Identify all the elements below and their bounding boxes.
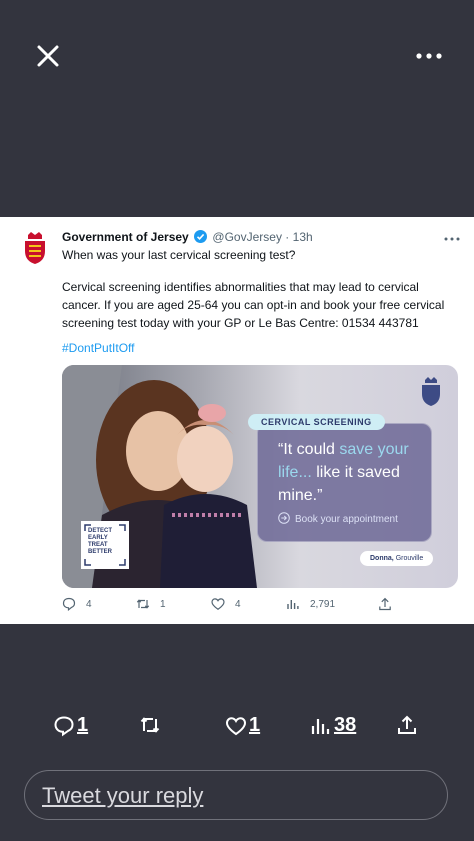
quote-text: “It could save your life... like it save… (278, 438, 428, 507)
retweet-button[interactable] (139, 714, 161, 736)
badge-line-2: EARLY (88, 535, 108, 541)
close-button[interactable] (30, 38, 66, 74)
detect-badge-text: DETECT EARLY TREAT BETTER (88, 528, 112, 556)
tweet-media-image[interactable]: “It could save your life... like it save… (62, 365, 458, 588)
author-name[interactable]: Government of Jersey (62, 230, 189, 244)
tweet-views-button[interactable]: 2,791 (286, 597, 335, 611)
share-button[interactable] (396, 714, 418, 736)
reply-icon (54, 715, 74, 736)
tweet-like-button[interactable]: 4 (211, 597, 241, 611)
view-count: 38 (334, 714, 357, 736)
more-horizontal-icon (416, 53, 442, 59)
close-icon (37, 45, 59, 67)
reply-count: 1 (77, 714, 89, 736)
caption-name: Donna, (370, 555, 394, 562)
tweet-timestamp[interactable]: 13h (293, 230, 313, 244)
main-action-bar: 1 1 38 (0, 714, 474, 744)
badge-line-4: BETTER (88, 549, 112, 555)
tweet-retweet-count: 1 (160, 598, 166, 610)
tweet-reply-count: 4 (86, 598, 92, 610)
tweet-reply-button[interactable]: 4 (62, 597, 92, 611)
caption-pill: Donna, Grouville (360, 551, 434, 566)
separator: · (285, 230, 290, 244)
more-horizontal-icon (444, 237, 460, 241)
tweet-action-bar: 4 1 4 2,791 (62, 597, 458, 615)
reply-button[interactable]: 1 (53, 714, 88, 737)
badge-line-1: DETECT (88, 528, 112, 534)
like-button[interactable]: 1 (225, 714, 260, 737)
quoted-tweet-card[interactable]: Government of Jersey @GovJersey · 13h Wh… (0, 217, 474, 624)
share-icon (398, 715, 416, 734)
detect-early-badge: DETECT EARLY TREAT BETTER (81, 521, 129, 569)
author-handle[interactable]: @GovJersey (212, 230, 282, 244)
views-chart-icon (311, 718, 330, 734)
retweet-icon (140, 717, 160, 733)
tweet-text-body: Cervical screening identifies abnormalit… (62, 280, 445, 330)
caption-place: Grouville (395, 555, 424, 562)
reply-icon (62, 597, 76, 611)
badge-line-3: TREAT (88, 542, 108, 548)
quote-panel: “It could save your life... like it save… (257, 423, 432, 542)
like-count: 1 (249, 714, 261, 736)
retweet-icon (136, 599, 150, 609)
reply-input[interactable]: Tweet your reply (24, 770, 448, 820)
tweet-header: Government of Jersey @GovJersey · 13h (62, 230, 313, 244)
arrow-circle-icon (278, 512, 290, 524)
verified-badge-icon (194, 230, 208, 243)
heart-icon (211, 598, 225, 611)
quote-part-1: “It could (278, 441, 340, 458)
tweet-view-count: 2,791 (310, 598, 336, 610)
tweet-text-line1: When was your last cervical screening te… (62, 248, 296, 262)
jersey-crest-icon (25, 232, 45, 264)
more-options-button[interactable] (414, 42, 444, 70)
book-appointment-cta: Book your appointment (278, 512, 398, 525)
viewer-top-bar (0, 0, 474, 110)
hashtag-link[interactable]: #DontPutItOff (62, 341, 135, 355)
views-button[interactable]: 38 (310, 714, 356, 737)
tweet-more-button[interactable] (440, 231, 464, 247)
tweet-like-count: 4 (235, 598, 241, 610)
share-icon (379, 597, 391, 611)
tweet-retweet-button[interactable]: 1 (136, 597, 166, 611)
jersey-crest-logo (418, 375, 444, 409)
book-appointment-label: Book your appointment (295, 514, 398, 525)
tweet-share-button[interactable] (378, 597, 402, 611)
heart-icon (225, 716, 247, 735)
avatar[interactable] (22, 231, 48, 265)
cervical-screening-label: CERVICAL SCREENING (248, 414, 385, 430)
reply-placeholder: Tweet your reply (42, 783, 204, 808)
views-chart-icon (287, 600, 299, 609)
